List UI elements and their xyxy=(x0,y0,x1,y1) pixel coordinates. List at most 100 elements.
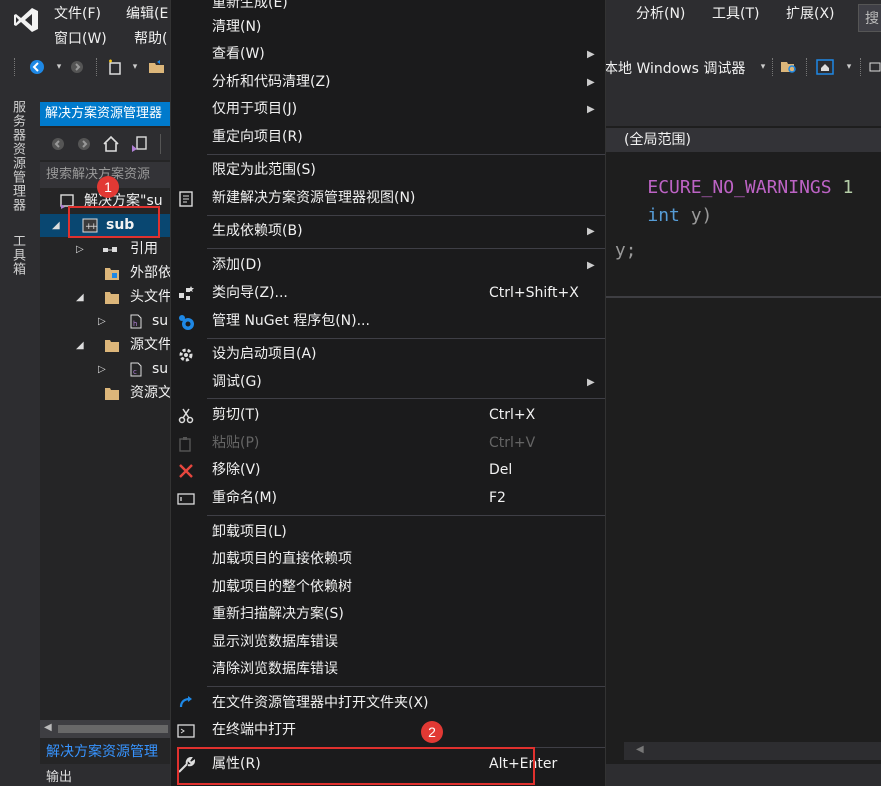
open-folder-icon[interactable] xyxy=(146,56,168,78)
toolbar-grip[interactable] xyxy=(14,58,19,76)
shortcut-text: Del xyxy=(489,462,513,478)
home-icon[interactable] xyxy=(814,56,836,78)
tree-item-external-deps[interactable]: 外部依 xyxy=(40,262,180,285)
back-icon[interactable] xyxy=(26,56,48,78)
number-token: 1 xyxy=(842,177,854,198)
new-view-icon xyxy=(179,191,193,207)
code-line: int y) xyxy=(604,184,712,247)
menu-item-project-only[interactable]: 仅用于项目(J) ▶ xyxy=(171,96,605,123)
forward-icon[interactable] xyxy=(66,56,88,78)
server-explorer-tab[interactable]: 服务器资源管理器 xyxy=(8,100,27,212)
menu-window[interactable]: 窗口(W) xyxy=(54,29,107,49)
menu-item-clean[interactable]: 清理(N) xyxy=(171,14,605,41)
tree-item-header-file[interactable]: ▷ h su xyxy=(40,310,180,333)
menu-item-unload-project[interactable]: 卸载项目(L) xyxy=(171,519,605,546)
new-project-dropdown-icon[interactable]: ▾ xyxy=(124,56,146,78)
menu-item-add[interactable]: 添加(D) ▶ xyxy=(171,252,605,279)
menu-separator xyxy=(207,215,605,216)
menu-tools[interactable]: 工具(T) xyxy=(712,4,759,24)
menu-item-manage-nuget[interactable]: 管理 NuGet 程序包(N)... xyxy=(171,308,605,335)
menu-item-clear-browse-db-errors[interactable]: 清除浏览数据库错误 xyxy=(171,656,605,683)
solution-explorer-panel: 解决方案资源管理器 搜索解决方案资源 解决方案"su ◢ + + sub ▷ 引用… xyxy=(40,102,180,764)
output-panel-tab[interactable]: 输出 xyxy=(40,770,180,786)
toolbar-grip[interactable] xyxy=(772,58,777,76)
back-icon[interactable] xyxy=(50,136,66,152)
gear-icon xyxy=(179,348,193,362)
menu-item-cut[interactable]: 剪切(T) Ctrl+X xyxy=(171,402,605,429)
code-editor[interactable]: (全局范围) ECURE_NO_WARNINGS 1 int y) y; ◀ xyxy=(604,126,881,764)
paste-icon xyxy=(179,437,191,452)
menu-item-analyze-cleanup[interactable]: 分析和代码清理(Z) ▶ xyxy=(171,69,605,96)
menu-item-view[interactable]: 查看(W) ▶ xyxy=(171,41,605,68)
shortcut-text: Ctrl+X xyxy=(489,407,536,423)
code-line: y; xyxy=(604,240,637,261)
tree-item-source-file[interactable]: ▷ c su xyxy=(40,358,180,381)
menu-item-open-in-explorer[interactable]: 在文件资源管理器中打开文件夹(X) xyxy=(171,690,605,717)
submenu-arrow-icon: ▶ xyxy=(587,260,595,271)
scroll-left-icon[interactable]: ◀ xyxy=(44,722,52,733)
toolbar-separator xyxy=(160,134,161,154)
editor-horizontal-scrollbar[interactable]: ◀ xyxy=(624,742,881,760)
header-file-icon: h xyxy=(130,314,142,329)
tree-item-label: su xyxy=(152,361,169,377)
scroll-left-icon[interactable]: ◀ xyxy=(636,744,644,755)
toolbar-grip[interactable] xyxy=(96,58,101,76)
menu-item-load-dep-tree[interactable]: 加载项目的整个依赖树 xyxy=(171,574,605,601)
annotation-badge-2: 2 xyxy=(421,721,443,743)
shortcut-text: Ctrl+Shift+X xyxy=(489,285,579,301)
collapse-arrow-icon[interactable]: ◢ xyxy=(76,286,84,309)
debugger-dropdown-icon[interactable]: ▾ xyxy=(752,56,774,78)
search-input[interactable]: 搜 xyxy=(858,4,881,32)
menu-analyze[interactable]: 分析(N) xyxy=(636,4,685,24)
new-project-icon[interactable] xyxy=(104,56,126,78)
scope-dropdown[interactable]: (全局范围) xyxy=(604,128,881,152)
tree-item-resource-files[interactable]: 资源文 xyxy=(40,382,180,405)
menu-item-retarget[interactable]: 重定向项目(R) xyxy=(171,124,605,151)
menu-item-set-startup[interactable]: 设为启动项目(A) xyxy=(171,341,605,368)
toolbar-overflow-icon[interactable]: ▾ xyxy=(838,56,860,78)
scrollbar-thumb[interactable] xyxy=(58,725,168,733)
project-context-menu: 重新生成(E) 清理(N) 查看(W) ▶ 分析和代码清理(Z) ▶ 仅用于项目(J… xyxy=(170,0,606,786)
solution-explorer-tab[interactable]: 解决方案资源管理 xyxy=(40,740,180,764)
menu-item-scope-to-this[interactable]: 限定为此范围(S) xyxy=(171,157,605,184)
expand-arrow-icon[interactable]: ▷ xyxy=(98,358,106,381)
collapse-arrow-icon[interactable]: ◢ xyxy=(76,334,84,357)
nuget-icon xyxy=(179,315,194,330)
menu-item-paste[interactable]: 粘贴(P) Ctrl+V xyxy=(171,430,605,457)
find-in-files-icon[interactable] xyxy=(778,56,800,78)
menu-item-remove[interactable]: 移除(V) Del xyxy=(171,457,605,484)
toolbar-grip[interactable] xyxy=(806,58,811,76)
menu-item-show-browse-db-errors[interactable]: 显示浏览数据库错误 xyxy=(171,629,605,656)
forward-icon[interactable] xyxy=(76,136,92,152)
collapse-arrow-icon[interactable]: ◢ xyxy=(52,214,60,237)
toolbox-tab[interactable]: 工具箱 xyxy=(8,234,27,276)
menu-item-open-in-terminal[interactable]: 在终端中打开 xyxy=(171,717,605,744)
menu-help[interactable]: 帮助( xyxy=(134,29,167,49)
tree-item-header-files[interactable]: ◢ 头文件 xyxy=(40,286,180,309)
folder-icon xyxy=(105,388,119,400)
home-icon[interactable] xyxy=(102,135,120,153)
menu-item-class-wizard[interactable]: 类向导(Z)... Ctrl+Shift+X xyxy=(171,280,605,307)
menu-item-build-dependencies[interactable]: 生成依赖项(B) ▶ xyxy=(171,218,605,245)
menu-file[interactable]: 文件(F) xyxy=(54,4,101,24)
toolbar-extra-icon[interactable] xyxy=(864,56,881,78)
menu-item-rename[interactable]: 重命名(M) F2 xyxy=(171,485,605,512)
menu-extensions[interactable]: 扩展(X) xyxy=(786,4,835,24)
menu-item-rescan-solution[interactable]: 重新扫描解决方案(S) xyxy=(171,601,605,628)
tree-item-references[interactable]: ▷ 引用 xyxy=(40,238,180,261)
expand-arrow-icon[interactable]: ▷ xyxy=(76,238,84,261)
svg-text:h: h xyxy=(133,320,137,328)
menu-item-load-direct-deps[interactable]: 加载项目的直接依赖项 xyxy=(171,546,605,573)
menu-edit[interactable]: 编辑(E xyxy=(126,4,168,24)
tree-item-label: su xyxy=(152,313,169,329)
open-folder-arrow-icon xyxy=(179,696,192,708)
expand-arrow-icon[interactable]: ▷ xyxy=(98,310,106,333)
references-icon xyxy=(103,247,117,252)
switch-views-icon[interactable] xyxy=(130,135,148,153)
menu-item-new-explorer-view[interactable]: 新建解决方案资源管理器视图(N) xyxy=(171,185,605,212)
solution-explorer-horizontal-scrollbar[interactable]: ◀ xyxy=(40,720,180,738)
solution-explorer-title[interactable]: 解决方案资源管理器 xyxy=(40,102,180,126)
menu-item-debug[interactable]: 调试(G) ▶ xyxy=(171,369,605,396)
tree-item-source-files[interactable]: ◢ 源文件 xyxy=(40,334,180,357)
local-debugger-button[interactable]: 本地 Windows 调试器 xyxy=(604,58,745,78)
